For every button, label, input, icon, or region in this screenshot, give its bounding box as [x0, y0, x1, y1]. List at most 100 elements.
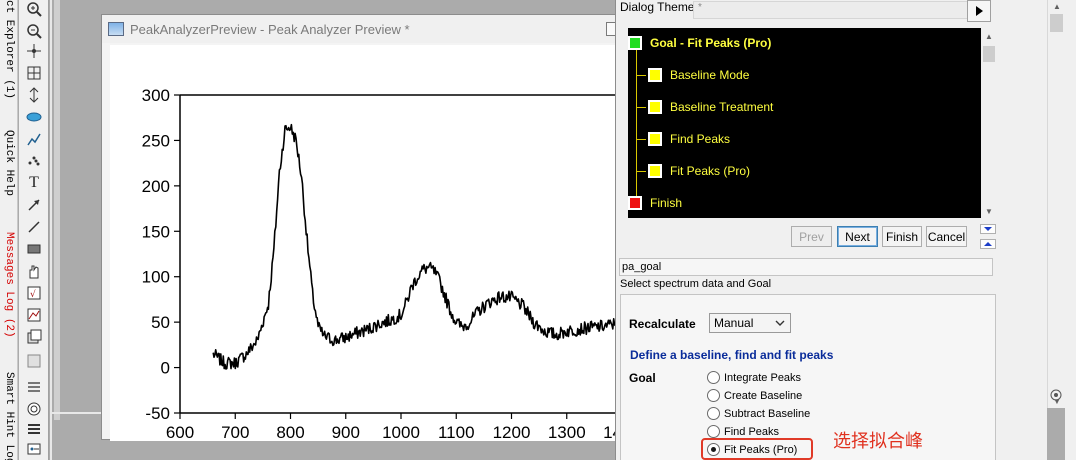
- workspace-frame-left: [50, 0, 52, 460]
- tree-node-root[interactable]: Goal - Fit Peaks (Pro): [628, 36, 771, 50]
- preview-window[interactable]: PeakAnalyzerPreview - Peak Analyzer Prev…: [101, 14, 622, 441]
- sequence-icon[interactable]: [24, 420, 44, 438]
- mask-icon[interactable]: [24, 130, 44, 148]
- tab-smart-hint-log-label: Smart Hint Log: [3, 372, 15, 460]
- cancel-button[interactable]: Cancel: [926, 226, 967, 247]
- layer-icon[interactable]: [24, 328, 44, 346]
- vertical-scrollbar[interactable]: ▲ ▼: [1047, 0, 1065, 408]
- tree-node-baseline-treatment[interactable]: Baseline Treatment: [636, 100, 773, 114]
- rectangle-tool-icon[interactable]: [24, 240, 44, 258]
- y-tick-label: 250: [142, 131, 170, 150]
- right-frame: [999, 0, 1047, 460]
- goal-label: Goal: [629, 371, 656, 385]
- graph-window-icon: [108, 22, 124, 36]
- tree-branch-line: [636, 74, 646, 76]
- radio-integrate-peaks[interactable]: Integrate Peaks: [707, 371, 801, 384]
- radio-subtract-baseline[interactable]: Subtract Baseline: [707, 407, 810, 420]
- window-edge: [1065, 0, 1076, 460]
- collapse-down-icon[interactable]: [980, 224, 996, 234]
- page-description: Select spectrum data and Goal: [620, 278, 772, 290]
- radio-button-icon[interactable]: [707, 407, 720, 420]
- dialog-theme-field[interactable]: *: [693, 1, 980, 19]
- finish-button[interactable]: Finish: [882, 226, 922, 247]
- line-tool-icon[interactable]: [24, 218, 44, 236]
- tools-toolbar: T √: [19, 0, 49, 460]
- dialog-theme-label: Dialog Theme: [620, 0, 695, 14]
- y-tick-label: 100: [142, 268, 170, 287]
- dock-tab-strip: ct Explorer (1) Quick Help Messages Log …: [0, 0, 18, 460]
- x-tick-label: 600: [166, 423, 194, 441]
- radio-create-baseline[interactable]: Create Baseline: [707, 389, 802, 402]
- tree-scrollbar[interactable]: ▲ ▼: [981, 28, 997, 218]
- x-tick-label: 1000: [382, 423, 420, 441]
- camera-icon[interactable]: [24, 400, 44, 418]
- preview-titlebar[interactable]: PeakAnalyzerPreview - Peak Analyzer Prev…: [102, 15, 620, 43]
- radio-button-icon[interactable]: [707, 425, 720, 438]
- text-tool-icon[interactable]: T: [24, 174, 44, 192]
- hand-icon[interactable]: [24, 262, 44, 280]
- triangle-right-icon: [976, 6, 983, 16]
- settings-box: Recalculate Manual Define a baseline, fi…: [620, 294, 996, 460]
- tree-node-finish[interactable]: Finish: [628, 196, 682, 210]
- tab-project-explorer[interactable]: ct Explorer (1): [0, 0, 18, 99]
- scroll-up-icon[interactable]: ▲: [1053, 2, 1061, 11]
- plot-area[interactable]: -50 0 50 100 150 200 250 300 600 700 800 900 1000 110…: [110, 45, 622, 441]
- tree-root-label: Goal - Fit Peaks (Pro): [650, 36, 772, 50]
- arrow-tool-icon[interactable]: [24, 196, 44, 214]
- insert-equation-icon[interactable]: √: [24, 284, 44, 302]
- status-square-yellow: [648, 100, 662, 114]
- x-tick-label: 700: [221, 423, 249, 441]
- data-reader-icon[interactable]: [24, 86, 44, 104]
- radio-find-peaks[interactable]: Find Peaks: [707, 425, 779, 438]
- y-tick-label: -50: [145, 404, 170, 423]
- insert-graph-icon[interactable]: [24, 306, 44, 324]
- tree-branch-line: [636, 170, 646, 172]
- sequence-icon-2[interactable]: [24, 440, 44, 458]
- status-square-green: [628, 36, 642, 50]
- tab-quick-help-label: Quick Help: [3, 130, 15, 197]
- radio-button-icon[interactable]: [707, 371, 720, 384]
- y-tick-label: 300: [142, 86, 170, 105]
- tree-node-baseline-mode[interactable]: Baseline Mode: [636, 68, 749, 82]
- scroll-thumb[interactable]: [1050, 14, 1063, 32]
- scroll-thumb[interactable]: [983, 46, 995, 62]
- next-button[interactable]: Next: [837, 226, 878, 247]
- y-tick-label: 200: [142, 177, 170, 196]
- status-square-yellow: [648, 68, 662, 82]
- y-tick-label: 0: [161, 359, 170, 378]
- expand-icon[interactable]: [24, 352, 44, 370]
- lines-icon[interactable]: [24, 378, 44, 396]
- section-title: Define a baseline, find and fit peaks: [630, 348, 834, 362]
- scatter-select-icon[interactable]: [24, 152, 44, 170]
- region-icon[interactable]: [24, 108, 44, 126]
- crosshair-icon[interactable]: [24, 42, 44, 60]
- tree-node-find-peaks[interactable]: Find Peaks: [636, 132, 730, 146]
- spectrum-chart: -50 0 50 100 150 200 250 300 600 700 800 900 1000 110…: [142, 86, 622, 441]
- radio-label: Integrate Peaks: [724, 371, 802, 384]
- prev-button[interactable]: Prev: [791, 226, 832, 247]
- zoom-out-icon[interactable]: [24, 22, 44, 40]
- workspace-frame-inner: [54, 0, 60, 420]
- x-tick-label: 900: [332, 423, 360, 441]
- scroll-down-icon[interactable]: ▼: [985, 207, 993, 216]
- recalculate-value: Manual: [714, 316, 754, 330]
- scale-icon[interactable]: [24, 64, 44, 82]
- zoom-in-icon[interactable]: [24, 0, 44, 18]
- tab-smart-hint-log[interactable]: Smart Hint Log: [0, 372, 18, 460]
- expand-up-icon[interactable]: [980, 239, 996, 249]
- tree-branch-line: [636, 106, 646, 108]
- tab-messages-log[interactable]: Messages Log (2): [0, 232, 18, 342]
- svg-text:√: √: [30, 289, 36, 300]
- x-tick-label: 1100: [438, 423, 475, 441]
- theme-expand-button[interactable]: [967, 0, 991, 22]
- scroll-up-icon[interactable]: ▲: [985, 32, 993, 41]
- tree-finish-label: Finish: [650, 196, 683, 210]
- radio-button-icon[interactable]: [707, 389, 720, 402]
- recalculate-select[interactable]: Manual: [709, 313, 791, 333]
- recalculate-label: Recalculate: [629, 317, 696, 331]
- tab-quick-help[interactable]: Quick Help: [0, 130, 18, 200]
- tree-node-fit-peaks[interactable]: Fit Peaks (Pro): [636, 164, 750, 178]
- theme-id-field[interactable]: pa_goal: [619, 258, 993, 276]
- corner-button[interactable]: [1047, 386, 1065, 404]
- radio-label: Find Peaks: [724, 425, 780, 438]
